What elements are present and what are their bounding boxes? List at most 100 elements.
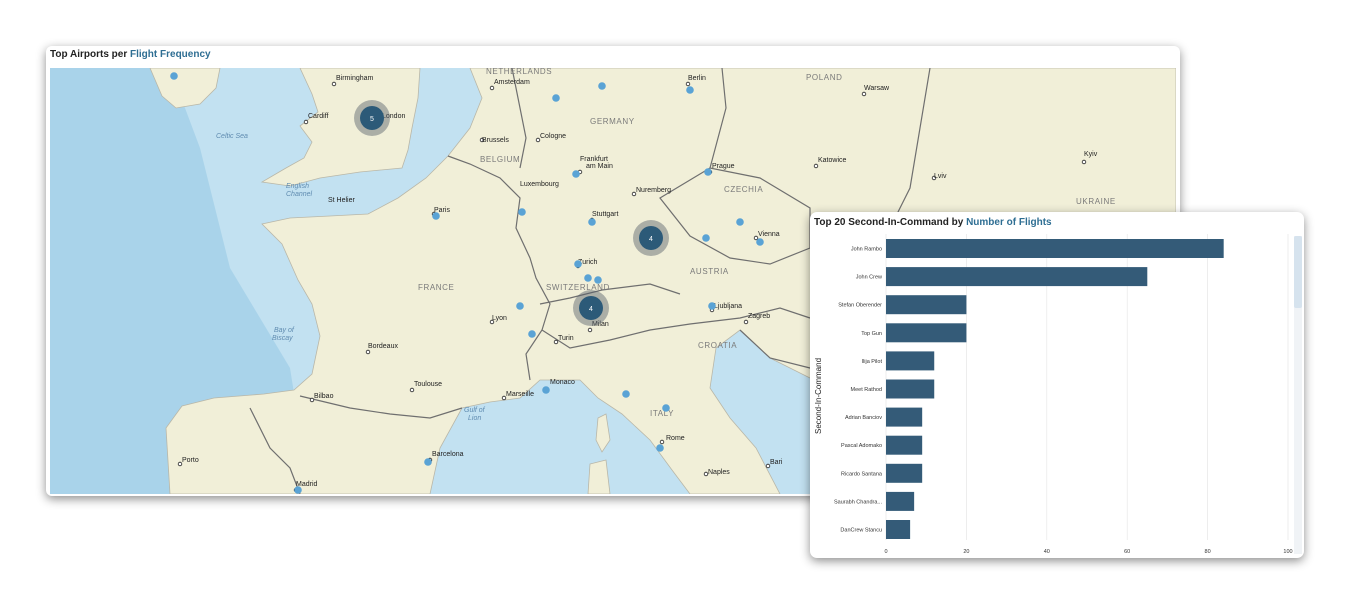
land-sardinia (587, 459, 611, 494)
y-category-label: Top Gun (861, 331, 882, 337)
airport-dot[interactable] (584, 274, 592, 282)
bar[interactable] (886, 239, 1224, 258)
bar[interactable] (886, 491, 915, 511)
airport-dot[interactable] (170, 72, 178, 80)
bar[interactable] (886, 267, 1148, 287)
sea-label: Biscay (272, 335, 293, 342)
city-label: Amsterdam (494, 79, 530, 86)
city-label: Porto (182, 457, 199, 464)
bar[interactable] (886, 463, 923, 483)
bar[interactable] (886, 520, 911, 539)
city-label: Bari (770, 459, 783, 466)
city-label: Nuremberg (636, 187, 671, 194)
city-label: Vienna (758, 231, 780, 238)
cluster-count: 4 (649, 236, 653, 243)
x-tick-label: 100 (1283, 549, 1292, 555)
airport-dot[interactable] (294, 486, 302, 494)
y-category-label: Meet Rathod (851, 387, 883, 393)
country-label: CROATIA (698, 341, 737, 350)
airport-cluster[interactable]: 5 (354, 100, 390, 136)
sea-label: Channel (286, 191, 313, 198)
city-label: Birmingham (336, 75, 374, 82)
airport-dot[interactable] (432, 212, 440, 220)
city-label: Ljubljana (714, 303, 742, 310)
chart-bars (886, 239, 1224, 539)
sea-label: Lion (468, 415, 481, 422)
airport-dot[interactable] (756, 238, 764, 246)
city-label: Barcelona (432, 451, 464, 458)
airport-dot[interactable] (662, 404, 670, 412)
country-label: BELGIUM (480, 155, 520, 164)
airport-dot[interactable] (542, 386, 550, 394)
cluster-count: 5 (370, 116, 374, 123)
x-tick-label: 0 (884, 549, 887, 555)
city-label: Katowice (818, 157, 847, 164)
city-label: Berlin (688, 75, 706, 82)
bar-chart-panel: Top 20 Second-In-Command by Number of Fl… (810, 212, 1304, 558)
airport-dot[interactable] (598, 82, 606, 90)
airport-dot[interactable] (594, 276, 602, 284)
y-category-label: Pascal Adomako (841, 443, 882, 449)
airport-dot[interactable] (572, 170, 580, 178)
map-title-prefix: Top Airports per (50, 49, 128, 60)
airport-dot[interactable] (686, 86, 694, 94)
airport-dot[interactable] (656, 444, 664, 452)
city-label: St Helier (328, 197, 356, 204)
city-label: Marseille (506, 391, 534, 398)
city-label: Naples (708, 469, 730, 476)
y-category-label: Stefan Oberender (838, 303, 882, 309)
y-category-label: John Crew (856, 275, 882, 281)
city-label: Brussels (482, 137, 509, 144)
city-label: Frankfurt (580, 156, 608, 163)
airport-cluster[interactable]: 4 (633, 220, 669, 256)
airport-dot[interactable] (736, 218, 744, 226)
airport-dot[interactable] (702, 234, 710, 242)
airport-dot[interactable] (588, 218, 596, 226)
map-title-highlight: Flight Frequency (130, 49, 211, 60)
country-label: AUSTRIA (690, 267, 729, 276)
city-label: Lviv (934, 173, 947, 180)
bar[interactable] (886, 295, 967, 315)
chart-scrollbar[interactable] (1294, 236, 1302, 554)
airport-dot[interactable] (424, 458, 432, 466)
bar[interactable] (886, 323, 967, 343)
country-label: NETHERLANDS (486, 68, 552, 76)
country-label: ITALY (650, 409, 674, 418)
country-label: UKRAINE (1076, 197, 1116, 206)
y-category-label: Adrian Banciov (845, 415, 882, 421)
airport-dot[interactable] (622, 390, 630, 398)
city-label: Luxembourg (520, 181, 559, 188)
cluster-count: 4 (589, 306, 593, 313)
bar[interactable] (886, 379, 935, 399)
city-label: Prague (712, 163, 735, 170)
airport-dot[interactable] (552, 94, 560, 102)
city-label: Zagreb (748, 313, 770, 320)
y-axis-title: Second-In-Command (814, 358, 823, 434)
airport-dot[interactable] (528, 330, 536, 338)
chart-scroll-thumb[interactable] (1294, 236, 1302, 308)
city-label: Toulouse (414, 381, 442, 388)
bar[interactable] (886, 435, 923, 455)
city-label: Cardiff (308, 113, 329, 120)
airport-cluster[interactable]: 4 (573, 290, 609, 326)
country-label: CZECHIA (724, 185, 763, 194)
sea-label: Gulf of (464, 407, 486, 414)
airport-dot[interactable] (516, 302, 524, 310)
airport-dot[interactable] (574, 260, 582, 268)
bar[interactable] (886, 407, 923, 427)
country-label: GERMANY (590, 117, 635, 126)
city-label: Kyiv (1084, 151, 1098, 158)
country-label: FRANCE (418, 283, 455, 292)
chart-x-ticks: 0 20 40 60 80 100 (884, 549, 1292, 555)
city-label: Warsaw (864, 85, 890, 92)
airport-dot[interactable] (704, 168, 712, 176)
bar[interactable] (886, 351, 935, 371)
city-label: am Main (586, 163, 613, 170)
y-category-label: Ilija Pilot (862, 359, 883, 365)
airport-dot[interactable] (708, 302, 716, 310)
airport-dot[interactable] (518, 208, 526, 216)
y-category-label: DanCrew Stancu (840, 528, 882, 534)
city-label: Rome (666, 435, 685, 442)
sea-label: Bay of (274, 327, 295, 334)
city-label: Monaco (550, 379, 575, 386)
